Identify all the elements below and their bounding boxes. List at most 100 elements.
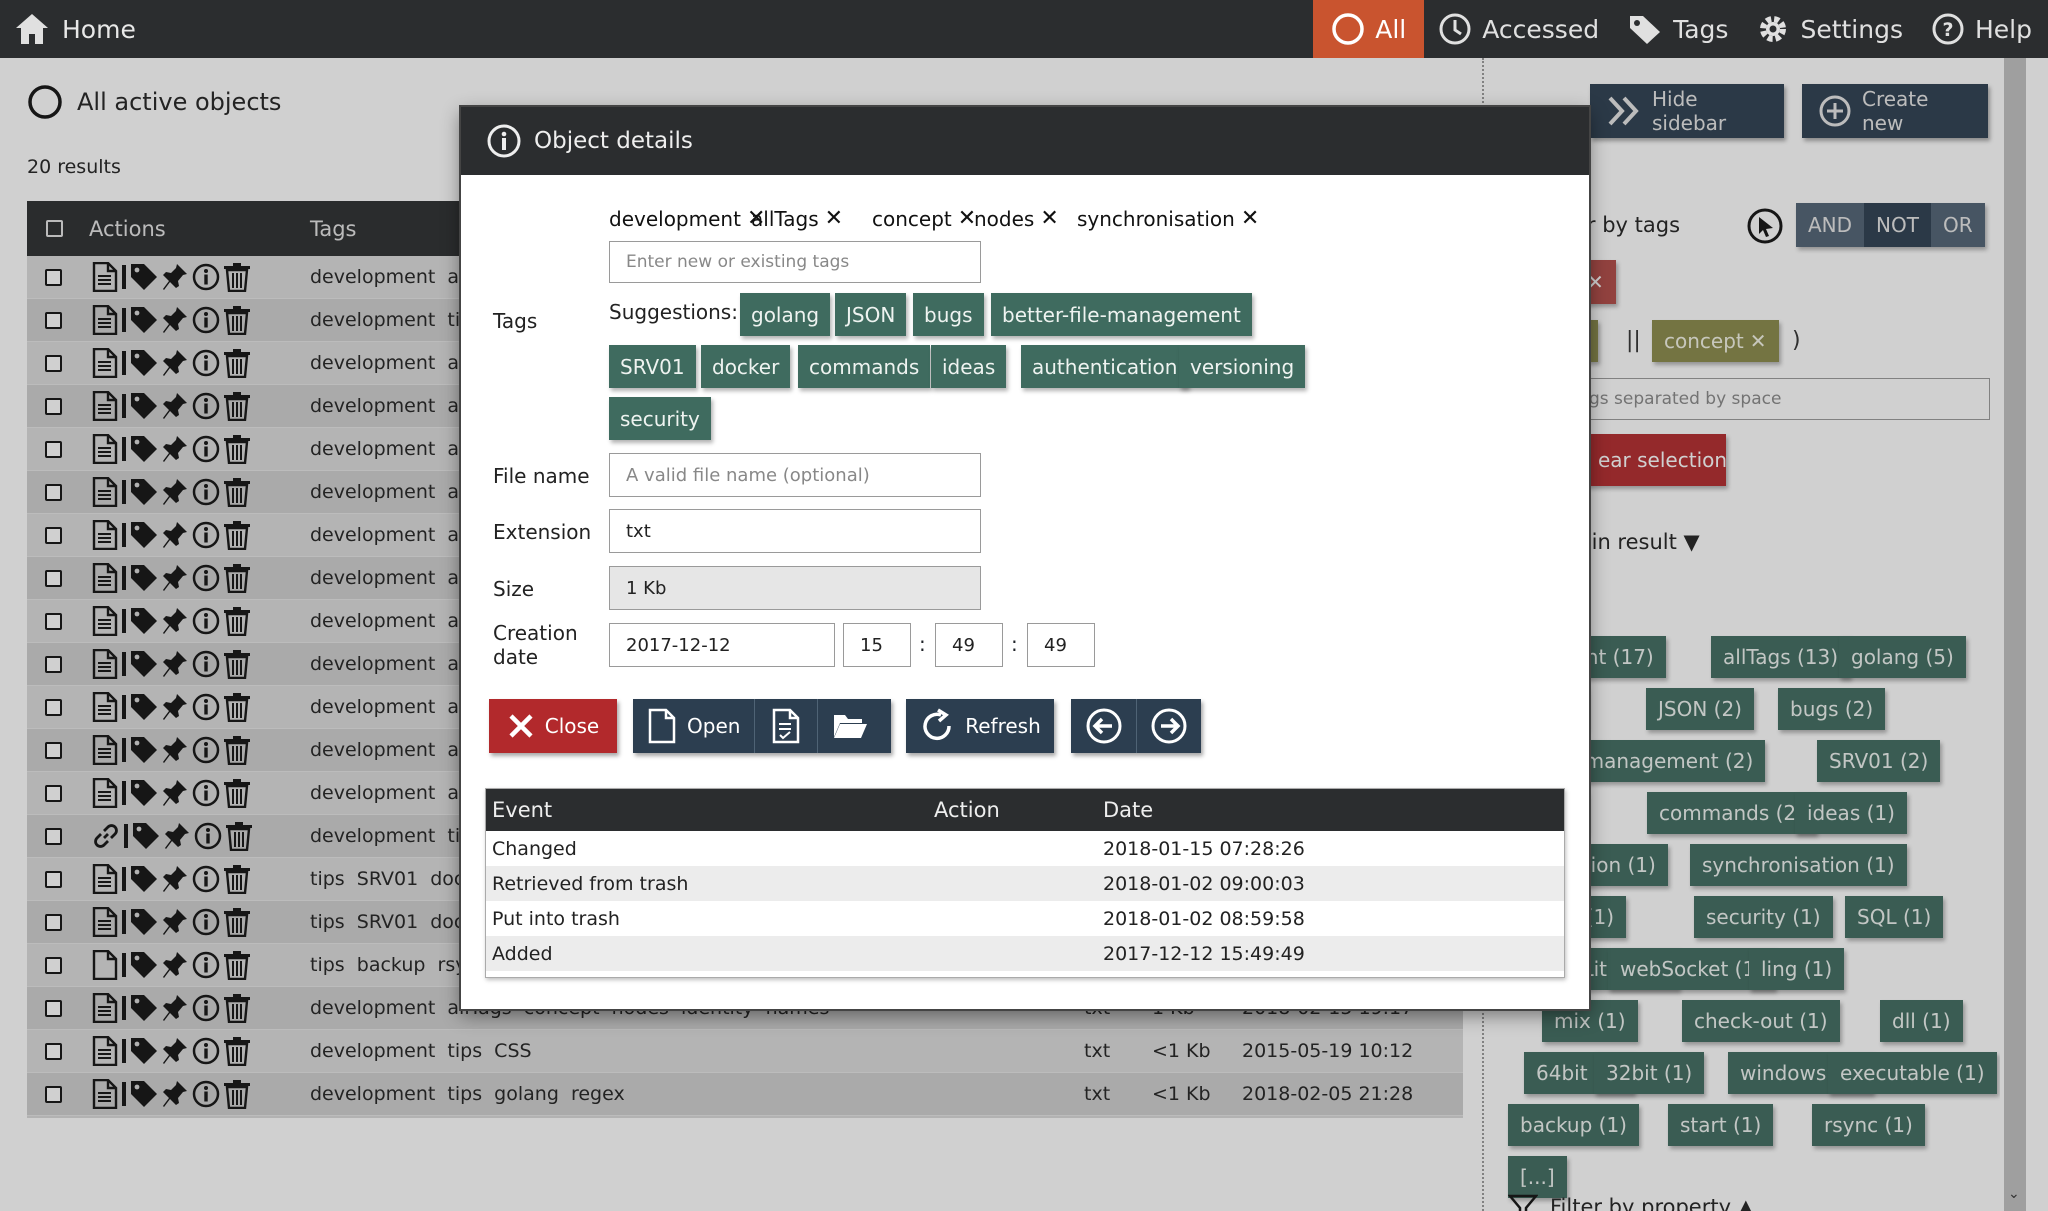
open-button[interactable]: Open	[633, 699, 754, 753]
tag-input-placeholder: Enter new or existing tags	[626, 252, 850, 272]
file-check-icon	[771, 708, 801, 744]
suggestion-chip[interactable]: versioning	[1179, 345, 1306, 388]
creation-minute-input[interactable]: 49	[935, 623, 1003, 667]
selected-tag: allTags ✕	[751, 206, 843, 231]
tag-input[interactable]: Enter new or existing tags	[609, 241, 981, 283]
suggestion-chip[interactable]: golang	[740, 293, 831, 336]
open-folder-button[interactable]	[818, 699, 882, 753]
info-icon	[486, 123, 522, 159]
filename-input[interactable]: A valid file name (optional)	[609, 453, 981, 497]
extension-input[interactable]: txt	[609, 509, 981, 553]
suggestion-chip[interactable]: commands	[798, 345, 931, 388]
selected-tag: concept ✕	[872, 206, 976, 231]
creation-date-value: 2017-12-12	[626, 634, 731, 656]
remove-tag-icon[interactable]: ✕	[825, 206, 843, 231]
event-date: 2017-12-12 15:49:49	[1103, 942, 1305, 965]
next-button[interactable]	[1137, 699, 1201, 753]
selected-tag-label: development	[609, 206, 741, 231]
extension-value: txt	[626, 520, 651, 542]
selected-tag: development ✕	[609, 206, 765, 231]
nav-help[interactable]: ? Help	[1917, 0, 2048, 58]
date-column-header: Date	[1103, 798, 1154, 822]
arrow-right-circle-icon	[1150, 707, 1188, 745]
remove-tag-icon[interactable]: ✕	[1040, 206, 1058, 231]
suggestion-chip[interactable]: ideas	[931, 345, 1007, 388]
arrow-left-circle-icon	[1085, 707, 1123, 745]
creation-hour-input[interactable]: 15	[843, 623, 911, 667]
top-nav: Home All Accessed Tags Settings ? Help	[0, 0, 2048, 58]
extension-label: Extension	[493, 520, 592, 544]
time-separator: :	[1011, 632, 1018, 656]
events-table: Event Action Date Changed 2018-01-15 07:2…	[485, 788, 1565, 978]
selected-tag-label: nodes	[974, 206, 1035, 231]
event-date: 2018-01-02 08:59:58	[1103, 907, 1305, 930]
open-with-button[interactable]	[755, 699, 817, 753]
event-row: Changed 2018-01-15 07:28:26	[486, 831, 1564, 866]
nav-accessed[interactable]: Accessed	[1424, 0, 1613, 58]
close-label: Close	[544, 714, 600, 738]
refresh-button[interactable]: Refresh	[906, 699, 1054, 753]
svg-text:?: ?	[1942, 19, 1953, 41]
creation-date-label: Creation date	[493, 621, 578, 669]
suggestion-chip[interactable]: docker	[701, 345, 791, 388]
event-date: 2018-01-02 09:00:03	[1103, 872, 1305, 895]
event-name: Added	[492, 942, 553, 965]
suggestion-chip[interactable]: authentication	[1021, 345, 1189, 388]
close-button[interactable]: Close	[489, 699, 617, 753]
tag-icon	[1627, 12, 1663, 46]
refresh-label: Refresh	[965, 714, 1041, 738]
nav-arrows-group	[1071, 699, 1201, 753]
suggestion-chip[interactable]: SRV01	[609, 345, 696, 388]
gear-icon	[1756, 12, 1790, 46]
action-column-header: Action	[934, 798, 1000, 822]
remove-tag-icon[interactable]: ✕	[1241, 206, 1259, 231]
filename-label: File name	[493, 464, 590, 488]
tags-label: Tags	[493, 309, 538, 333]
nav-accessed-label: Accessed	[1482, 14, 1600, 44]
suggestion-chip[interactable]: bugs	[913, 293, 984, 336]
close-icon	[507, 712, 535, 740]
creation-date-input[interactable]: 2017-12-12	[609, 623, 835, 667]
selected-tag: nodes ✕	[974, 206, 1059, 231]
creation-label-line2: date	[493, 645, 539, 669]
creation-hour-value: 15	[860, 634, 883, 656]
event-date: 2018-01-15 07:28:26	[1103, 837, 1305, 860]
creation-minute-value: 49	[952, 634, 975, 656]
file-icon	[647, 708, 677, 744]
nav-home[interactable]: Home	[14, 0, 136, 58]
event-row: Added 2017-12-12 15:49:49	[486, 936, 1564, 971]
nav-tags-label: Tags	[1673, 14, 1729, 44]
folder-open-icon	[832, 711, 868, 741]
suggestion-chip[interactable]: better-file-management	[991, 293, 1252, 336]
circle-icon	[1331, 12, 1365, 46]
previous-button[interactable]	[1072, 699, 1136, 753]
nav-all-label: All	[1375, 14, 1407, 44]
suggestion-chip[interactable]: security	[609, 397, 711, 440]
nav-home-label: Home	[62, 14, 136, 44]
selected-tag: synchronisation ✕	[1077, 206, 1259, 231]
suggestion-chip[interactable]: JSON	[835, 293, 907, 336]
selected-tag-label: allTags	[751, 206, 819, 231]
event-name: Put into trash	[492, 907, 620, 930]
refresh-icon	[919, 708, 955, 744]
event-name: Retrieved from trash	[492, 872, 689, 895]
nav-tags[interactable]: Tags	[1613, 0, 1742, 58]
home-icon	[14, 12, 50, 46]
nav-help-label: Help	[1975, 14, 2032, 44]
filename-placeholder: A valid file name (optional)	[626, 464, 870, 486]
size-value: 1 Kb	[626, 577, 667, 599]
open-button-group: Open	[633, 699, 891, 753]
nav-settings[interactable]: Settings	[1742, 0, 1917, 58]
event-column-header: Event	[492, 798, 553, 822]
nav-all[interactable]: All	[1313, 0, 1425, 58]
size-field: 1 Kb	[609, 566, 981, 610]
object-details-dialog: Object details Tags development ✕ allTags ✕…	[461, 107, 1589, 1009]
dialog-title: Object details	[534, 128, 693, 154]
time-separator: :	[919, 632, 926, 656]
help-icon: ?	[1931, 12, 1965, 46]
suggestions-label: Suggestions:	[609, 300, 738, 324]
selected-tag-label: synchronisation	[1077, 206, 1235, 231]
selected-tag-label: concept	[872, 206, 952, 231]
creation-second-value: 49	[1044, 634, 1067, 656]
creation-second-input[interactable]: 49	[1027, 623, 1095, 667]
